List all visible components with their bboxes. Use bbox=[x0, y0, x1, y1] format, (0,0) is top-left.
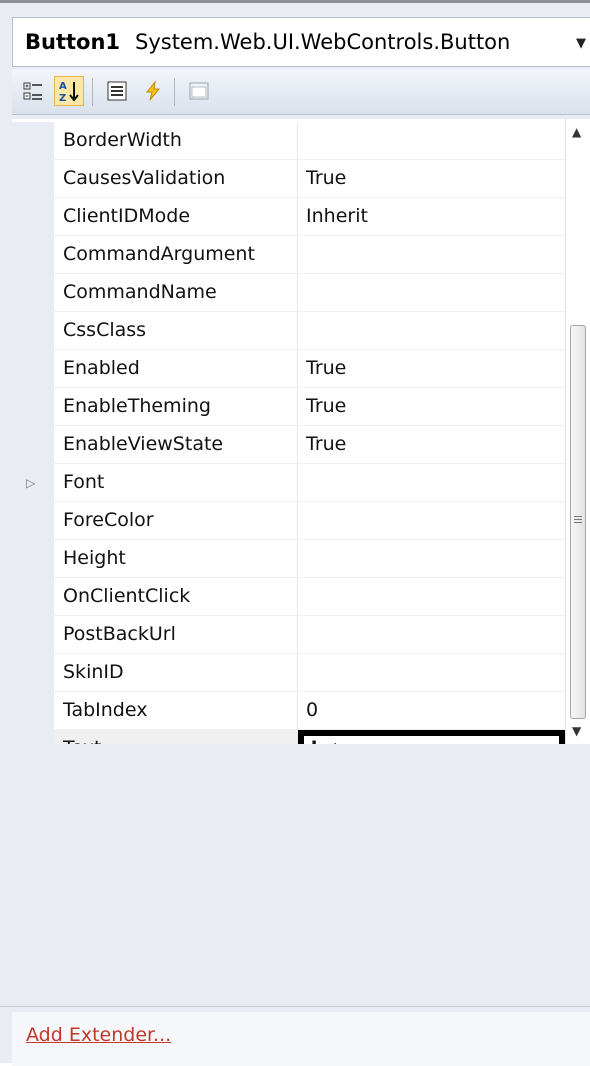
property-name[interactable]: Text bbox=[54, 730, 298, 744]
property-name[interactable]: BorderWidth bbox=[54, 122, 298, 160]
row-gutter: ▷ bbox=[12, 464, 54, 502]
row-gutter bbox=[12, 122, 54, 160]
property-value[interactable]: True bbox=[298, 160, 565, 198]
object-type: System.Web.UI.WebControls.Button bbox=[135, 30, 511, 54]
property-name[interactable]: Enabled bbox=[54, 350, 298, 388]
alphabetical-icon[interactable]: A Z bbox=[54, 76, 84, 106]
row-gutter bbox=[12, 312, 54, 350]
row-gutter bbox=[12, 692, 54, 730]
property-value[interactable] bbox=[298, 578, 565, 616]
property-name[interactable]: CssClass bbox=[54, 312, 298, 350]
property-name[interactable]: Height bbox=[54, 540, 298, 578]
property-row[interactable]: PostBackUrl bbox=[12, 616, 565, 654]
row-gutter bbox=[12, 540, 54, 578]
property-grid: BorderWidth CausesValidation True ClientIDM… bbox=[12, 119, 565, 744]
row-gutter bbox=[12, 502, 54, 540]
vertical-scrollbar[interactable]: ▲ ▼ bbox=[565, 119, 590, 744]
property-row[interactable]: CausesValidation True bbox=[12, 160, 565, 198]
properties-toolbar: A Z bbox=[12, 69, 590, 115]
row-gutter bbox=[12, 730, 54, 744]
row-gutter bbox=[12, 350, 54, 388]
property-value[interactable] bbox=[298, 464, 565, 502]
property-name[interactable]: Font bbox=[54, 464, 298, 502]
property-value[interactable] bbox=[298, 654, 565, 692]
property-row[interactable]: BorderWidth bbox=[12, 122, 565, 160]
property-row[interactable]: CommandName bbox=[12, 274, 565, 312]
property-name[interactable]: CommandName bbox=[54, 274, 298, 312]
row-gutter bbox=[12, 198, 54, 236]
svg-text:Z: Z bbox=[59, 93, 66, 103]
property-value[interactable] bbox=[298, 616, 565, 654]
property-value[interactable]: True bbox=[298, 350, 565, 388]
property-name[interactable]: SkinID bbox=[54, 654, 298, 692]
property-name[interactable]: ForeColor bbox=[54, 502, 298, 540]
object-selector[interactable]: Button1 System.Web.UI.WebControls.Button… bbox=[12, 17, 590, 67]
property-value[interactable]: Inherit bbox=[298, 198, 565, 236]
object-name: Button1 bbox=[25, 30, 121, 54]
property-row[interactable]: ▷ Font bbox=[12, 464, 565, 502]
property-row[interactable]: OnClientClick bbox=[12, 578, 565, 616]
property-row[interactable]: EnableViewState True bbox=[12, 426, 565, 464]
property-value[interactable]: حفظ bbox=[298, 730, 565, 744]
property-name[interactable]: CommandArgument bbox=[54, 236, 298, 274]
scroll-down-icon[interactable]: ▼ bbox=[572, 724, 581, 738]
property-row[interactable]: ForeColor bbox=[12, 502, 565, 540]
scroll-thumb[interactable] bbox=[570, 325, 586, 719]
property-value[interactable] bbox=[298, 312, 565, 350]
property-value[interactable] bbox=[298, 502, 565, 540]
property-name[interactable]: CausesValidation bbox=[54, 160, 298, 198]
row-gutter bbox=[12, 388, 54, 426]
property-value[interactable]: 0 bbox=[298, 692, 565, 730]
property-row[interactable]: CssClass bbox=[12, 312, 565, 350]
properties-icon[interactable] bbox=[102, 76, 132, 106]
property-row[interactable]: TabIndex 0 bbox=[12, 692, 565, 730]
expand-icon[interactable]: ▷ bbox=[26, 476, 35, 490]
property-row[interactable]: SkinID bbox=[12, 654, 565, 692]
property-name[interactable]: EnableTheming bbox=[54, 388, 298, 426]
grip-icon bbox=[574, 516, 582, 525]
property-name[interactable]: PostBackUrl bbox=[54, 616, 298, 654]
row-gutter bbox=[12, 578, 54, 616]
property-value[interactable] bbox=[298, 122, 565, 160]
property-value[interactable] bbox=[298, 236, 565, 274]
property-value[interactable]: True bbox=[298, 426, 565, 464]
scroll-up-icon[interactable]: ▲ bbox=[572, 125, 581, 139]
property-row[interactable]: CommandArgument bbox=[12, 236, 565, 274]
property-value[interactable] bbox=[298, 274, 565, 312]
row-gutter bbox=[12, 160, 54, 198]
row-gutter bbox=[12, 426, 54, 464]
property-name[interactable]: OnClientClick bbox=[54, 578, 298, 616]
property-row[interactable]: Textحفظ bbox=[12, 730, 565, 744]
property-value[interactable] bbox=[298, 540, 565, 578]
properties-window: Button1 System.Web.UI.WebControls.Button… bbox=[0, 0, 590, 1066]
row-gutter bbox=[12, 236, 54, 274]
row-gutter bbox=[12, 274, 54, 312]
property-row[interactable]: Enabled True bbox=[12, 350, 565, 388]
property-value[interactable]: True bbox=[298, 388, 565, 426]
property-name[interactable]: EnableViewState bbox=[54, 426, 298, 464]
property-name[interactable]: TabIndex bbox=[54, 692, 298, 730]
dropdown-arrow-icon[interactable]: ▼ bbox=[576, 36, 586, 51]
property-row[interactable]: Height bbox=[12, 540, 565, 578]
commands-pane: Add Extender... bbox=[12, 1012, 590, 1066]
property-row[interactable]: ClientIDMode Inherit bbox=[12, 198, 565, 236]
svg-text:A: A bbox=[59, 81, 67, 92]
property-row[interactable]: EnableTheming True bbox=[12, 388, 565, 426]
property-pages-icon[interactable] bbox=[184, 76, 214, 106]
categorized-icon[interactable] bbox=[18, 76, 48, 106]
row-gutter bbox=[12, 616, 54, 654]
add-extender-link[interactable]: Add Extender... bbox=[26, 1024, 171, 1046]
events-icon[interactable] bbox=[138, 76, 168, 106]
row-gutter bbox=[12, 654, 54, 692]
property-name[interactable]: ClientIDMode bbox=[54, 198, 298, 236]
